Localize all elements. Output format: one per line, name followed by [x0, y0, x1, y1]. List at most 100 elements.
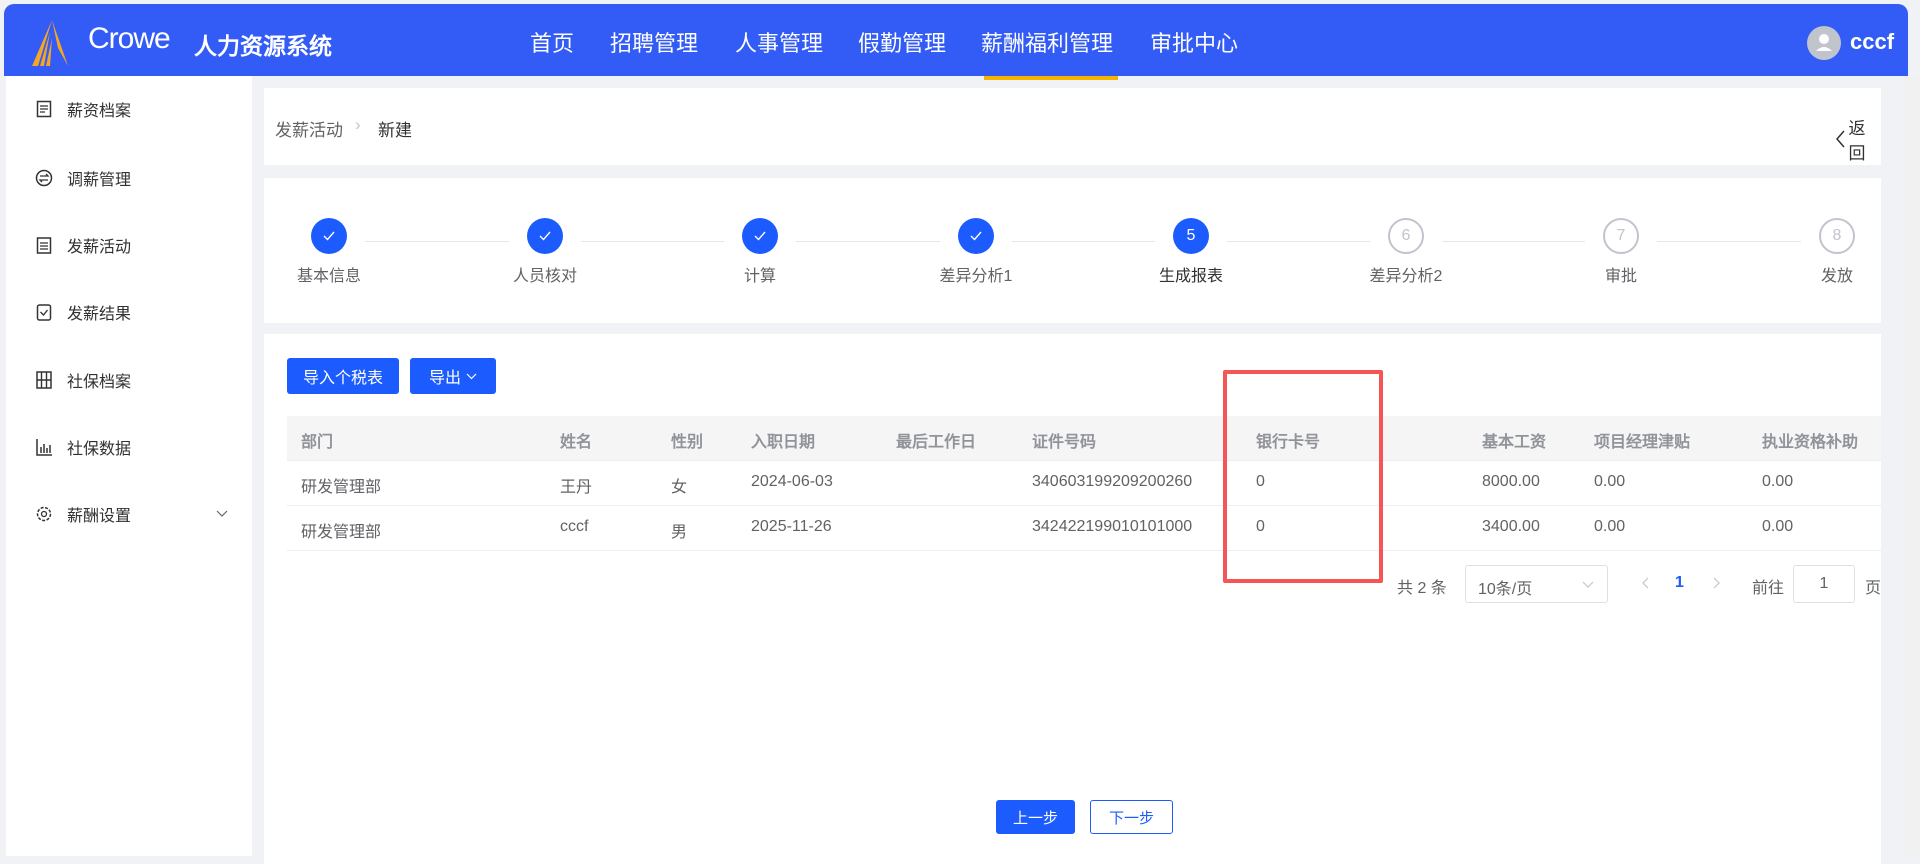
step-connector — [365, 241, 509, 242]
step-2-circle — [527, 218, 563, 254]
sidebar-item-social-archive[interactable]: 社保档案 — [6, 360, 252, 400]
column-header: 入职日期 — [751, 434, 816, 451]
step-1-circle — [311, 218, 347, 254]
step-7-circle: 7 — [1603, 218, 1639, 254]
step-2-label: 人员核对 — [512, 268, 578, 285]
sidebar-item-payroll-activity[interactable]: 发薪活动 — [6, 225, 252, 265]
page-number-current[interactable]: 1 — [1675, 574, 1684, 592]
brand-name: Crowe — [88, 22, 171, 55]
avatar[interactable] — [1807, 26, 1841, 60]
back-label: 返回 — [1848, 119, 1866, 163]
export-label: 导出 — [428, 370, 461, 387]
page-size-value: 10条/页 — [1478, 581, 1533, 598]
sidebar-item-label: 调薪管理 — [67, 172, 132, 189]
clipboard-check-icon — [35, 303, 53, 321]
step-connector — [1012, 241, 1155, 242]
step-1-label: 基本信息 — [296, 268, 362, 285]
gear-icon — [35, 505, 53, 523]
step-3-circle — [742, 218, 778, 254]
goto-label: 前往 — [1752, 580, 1785, 597]
row-divider — [287, 550, 1881, 551]
column-header: 基本工资 — [1482, 434, 1547, 451]
page-suffix: 页 — [1865, 580, 1882, 597]
check-icon — [323, 231, 335, 241]
sidebar-item-salary-archive[interactable]: 薪资档案 — [6, 89, 252, 129]
sidebar-item-payroll-result[interactable]: 发薪结果 — [6, 292, 252, 332]
step-4-label: 差异分析1 — [939, 268, 1013, 285]
nav-attendance[interactable]: 假勤管理 — [858, 26, 946, 58]
goto-page-input[interactable]: 1 — [1793, 565, 1855, 603]
step-6-circle: 6 — [1388, 218, 1424, 254]
table-cell: 0.00 — [1594, 473, 1626, 490]
table-card: 导入个税表 导出 — [264, 334, 1881, 864]
sidebar-item-social-data[interactable]: 社保数据 — [6, 427, 252, 467]
sidebar-item-salary-adjust[interactable]: 调薪管理 — [6, 158, 252, 198]
sidebar-item-label: 社保档案 — [67, 374, 132, 391]
table-cell: 王丹 — [560, 479, 593, 496]
step-connector — [1442, 241, 1585, 242]
nav-home[interactable]: 首页 — [530, 26, 574, 58]
chevron-left-icon — [1836, 130, 1845, 148]
table-cell: 342422199010101000 — [1032, 518, 1193, 535]
nav-personnel[interactable]: 人事管理 — [735, 26, 823, 58]
prev-step-button[interactable]: 上一步 — [996, 800, 1075, 834]
steps-card — [264, 178, 1881, 323]
sidebar-item-label: 薪酬设置 — [67, 508, 132, 525]
sidebar-item-label: 社保数据 — [67, 441, 132, 458]
table-cell: 0.00 — [1594, 518, 1626, 535]
table-cell: 2025-11-26 — [751, 518, 832, 535]
table-cell: 研发管理部 — [301, 524, 382, 541]
step-connector — [796, 241, 940, 242]
back-button[interactable]: 返回 — [1834, 114, 1881, 164]
step-5-circle: 5 — [1173, 218, 1209, 254]
user-icon — [1816, 34, 1832, 51]
column-header: 性别 — [671, 434, 704, 451]
column-header: 姓名 — [560, 434, 593, 451]
export-dropdown-button[interactable]: 导出 — [410, 358, 496, 394]
nav-recruitment[interactable]: 招聘管理 — [610, 26, 698, 58]
next-step-button[interactable]: 下一步 — [1090, 800, 1173, 834]
step-number: 5 — [1186, 227, 1196, 244]
chevron-down-icon — [1582, 581, 1594, 588]
nav-approval[interactable]: 审批中心 — [1150, 26, 1238, 58]
scrollbar[interactable] — [1904, 76, 1920, 856]
username[interactable]: cccf — [1850, 29, 1894, 55]
goto-page-value: 1 — [1819, 575, 1829, 592]
table-cell: 8000.00 — [1482, 473, 1540, 490]
sidebar-item-label: 薪资档案 — [67, 103, 132, 120]
sidebar-item-salary-settings[interactable]: 薪酬设置 — [6, 494, 252, 534]
step-7-label: 审批 — [1604, 268, 1638, 285]
check-icon — [539, 231, 551, 241]
column-header: 执业资格补助 — [1762, 434, 1859, 451]
breadcrumb-current: 新建 — [378, 121, 412, 140]
table-cell: cccf — [560, 518, 589, 535]
chevron-down-icon — [466, 373, 477, 379]
column-header: 证件号码 — [1032, 434, 1097, 451]
prev-page-button[interactable] — [1641, 577, 1649, 589]
active-nav-indicator — [984, 76, 1118, 80]
row-divider — [287, 460, 1881, 461]
table-cell: 3400.00 — [1482, 518, 1540, 535]
table-cell: 0.00 — [1762, 518, 1794, 535]
table-cell: 340603199209200260 — [1032, 473, 1193, 490]
table-cell: 研发管理部 — [301, 479, 382, 496]
page-size-select[interactable]: 10条/页 — [1465, 565, 1608, 603]
step-3-label: 计算 — [743, 268, 777, 285]
check-icon — [754, 231, 766, 241]
document-icon — [35, 100, 53, 118]
next-page-button[interactable] — [1713, 577, 1721, 589]
exchange-icon — [35, 169, 53, 187]
import-tax-button[interactable]: 导入个税表 — [287, 358, 399, 394]
clipboard-icon — [35, 236, 53, 254]
column-header: 项目经理津贴 — [1594, 434, 1691, 451]
step-connector — [1657, 241, 1801, 242]
sidebar-item-label: 发薪结果 — [67, 306, 132, 323]
sidebar-item-label: 发薪活动 — [67, 239, 132, 256]
system-title: 人力资源系统 — [194, 33, 332, 59]
table-cell: 男 — [671, 524, 688, 541]
nav-compensation[interactable]: 薪酬福利管理 — [981, 26, 1113, 58]
breadcrumb-item[interactable]: 发薪活动 — [275, 116, 343, 141]
step-number: 8 — [1832, 227, 1842, 244]
archive-icon — [35, 371, 53, 389]
table-cell: 2024-06-03 — [751, 473, 833, 490]
